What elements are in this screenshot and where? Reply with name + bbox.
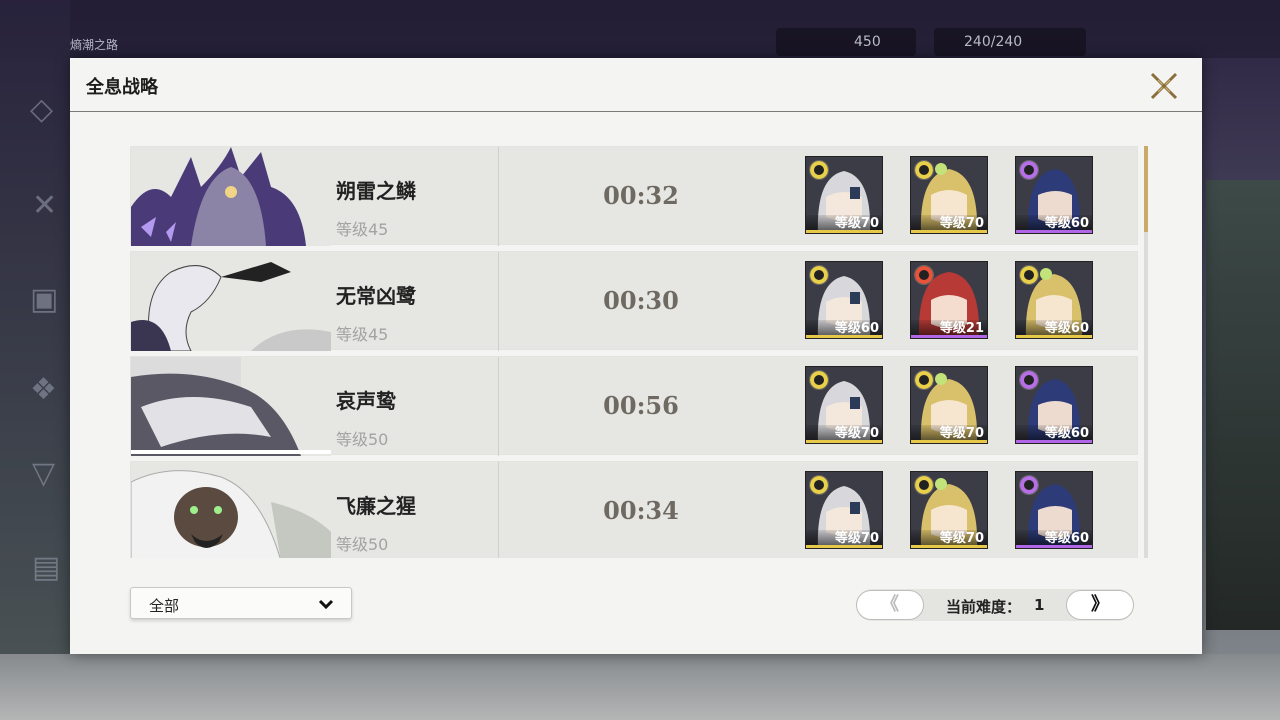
- scroll-icon: ❖: [30, 372, 57, 407]
- character-card[interactable]: 等级60: [1015, 261, 1093, 339]
- row-divider: [498, 462, 499, 558]
- row-divider: [498, 252, 499, 351]
- boss-strategy-list[interactable]: 朔雷之鳞 等级45 00:32 等级70 等级70 等级60 无常凶鹭 等级45…: [130, 146, 1140, 558]
- character-card[interactable]: 等级70: [805, 471, 883, 549]
- boss-portrait: [131, 147, 331, 246]
- character-card[interactable]: 等级60: [805, 261, 883, 339]
- compass-icon: ◇: [30, 92, 54, 127]
- boss-portrait: [131, 252, 331, 351]
- boss-portrait: [131, 462, 331, 558]
- chevron-down-icon: [318, 599, 334, 610]
- list-scrollbar[interactable]: [1144, 146, 1148, 558]
- character-card[interactable]: 等级60: [1015, 156, 1093, 234]
- spectro-element-icon: [809, 160, 829, 180]
- spectro-element-icon: [809, 370, 829, 390]
- book-icon: ▤: [32, 550, 61, 585]
- character-card[interactable]: 等级60: [1015, 471, 1093, 549]
- difficulty-pager: 《 当前难度： 1 》: [856, 589, 1134, 621]
- character-card[interactable]: 等级70: [910, 471, 988, 549]
- character-card[interactable]: 等级21: [910, 261, 988, 339]
- badge-icon: ▽: [32, 456, 56, 491]
- spectro-element-icon: [1019, 265, 1039, 285]
- clear-time: 00:32: [603, 181, 679, 210]
- boss-portrait: [131, 357, 331, 456]
- spectro-element-icon: [809, 265, 829, 285]
- boss-level: 等级45: [336, 220, 389, 239]
- background-bottom: [0, 654, 1280, 720]
- rarity-bar: [911, 230, 987, 233]
- background-currency: 450: [776, 28, 916, 56]
- spectro-element-icon: [914, 370, 934, 390]
- character-card[interactable]: 等级70: [805, 156, 883, 234]
- rarity-bar: [806, 335, 882, 338]
- rarity-bar: [806, 545, 882, 548]
- previous-difficulty-button[interactable]: 《: [856, 590, 924, 620]
- boss-row[interactable]: 哀声鸷 等级50 00:56 等级70 等级70 等级60: [130, 356, 1138, 456]
- character-card[interactable]: 等级60: [1015, 366, 1093, 444]
- dialog-title: 全息战略: [86, 77, 158, 98]
- havoc-element-icon: [1019, 160, 1039, 180]
- clear-time: 00:56: [603, 391, 679, 420]
- next-difficulty-button[interactable]: 》: [1066, 590, 1134, 620]
- background-top-bar: 熵潮之路 450 240/240: [0, 0, 1280, 58]
- difficulty-value: 1: [1034, 596, 1045, 614]
- clear-time: 00:30: [603, 286, 679, 315]
- boss-row[interactable]: 无常凶鹭 等级45 00:30 等级60 等级21 等级60: [130, 251, 1138, 351]
- row-divider: [498, 357, 499, 456]
- close-icon: [1150, 72, 1178, 100]
- background-side-menu: ◇ ✕ ▣ ❖ ▽ ▤: [0, 0, 70, 720]
- havoc-element-icon: [1019, 370, 1039, 390]
- boss-level: 等级50: [336, 535, 389, 554]
- rarity-bar: [911, 545, 987, 548]
- boss-name: 无常凶鹭: [336, 284, 416, 308]
- rarity-bar: [806, 440, 882, 443]
- dialog-header: 全息战略: [70, 58, 1202, 112]
- clear-time: 00:34: [603, 496, 679, 525]
- scrollbar-thumb[interactable]: [1144, 146, 1148, 232]
- spectro-element-icon: [809, 475, 829, 495]
- rarity-bar: [1016, 545, 1092, 548]
- fusion-element-icon: [914, 265, 934, 285]
- difficulty-label: 当前难度：: [946, 598, 1022, 616]
- row-divider: [498, 147, 499, 246]
- character-card[interactable]: 等级70: [910, 156, 988, 234]
- rarity-bar: [911, 440, 987, 443]
- background-menu-label: 熵潮之路: [70, 38, 119, 52]
- character-card[interactable]: 等级70: [805, 366, 883, 444]
- crossed-swords-icon: ✕: [32, 188, 58, 223]
- boss-name: 朔雷之鳞: [336, 179, 416, 203]
- close-button[interactable]: [1146, 68, 1182, 104]
- boss-name: 飞廉之猩: [336, 494, 416, 518]
- rarity-bar: [1016, 440, 1092, 443]
- spectro-element-icon: [914, 160, 934, 180]
- boss-level: 等级45: [336, 325, 389, 344]
- element-filter-dropdown[interactable]: 全部: [130, 587, 352, 619]
- filter-selected-value: 全部: [149, 597, 180, 615]
- boss-level: 等级50: [336, 430, 389, 449]
- rarity-bar: [806, 230, 882, 233]
- background-energy: 240/240: [934, 28, 1086, 56]
- chest-icon: ▣: [30, 282, 59, 317]
- character-card[interactable]: 等级70: [910, 366, 988, 444]
- holographic-strategy-dialog: 全息战略 朔雷之鳞 等级45 00:32 等级70 等级70 等级60 无常凶鹭…: [70, 58, 1202, 654]
- spectro-element-icon: [914, 475, 934, 495]
- rarity-bar: [1016, 335, 1092, 338]
- havoc-element-icon: [1019, 475, 1039, 495]
- boss-row[interactable]: 朔雷之鳞 等级45 00:32 等级70 等级70 等级60: [130, 146, 1138, 246]
- rarity-bar: [1016, 230, 1092, 233]
- rarity-bar: [911, 335, 987, 338]
- boss-name: 哀声鸷: [336, 389, 396, 413]
- background-right-panel: [1206, 180, 1280, 630]
- boss-row[interactable]: 飞廉之猩 等级50 00:34 等级70 等级70 等级60: [130, 461, 1138, 558]
